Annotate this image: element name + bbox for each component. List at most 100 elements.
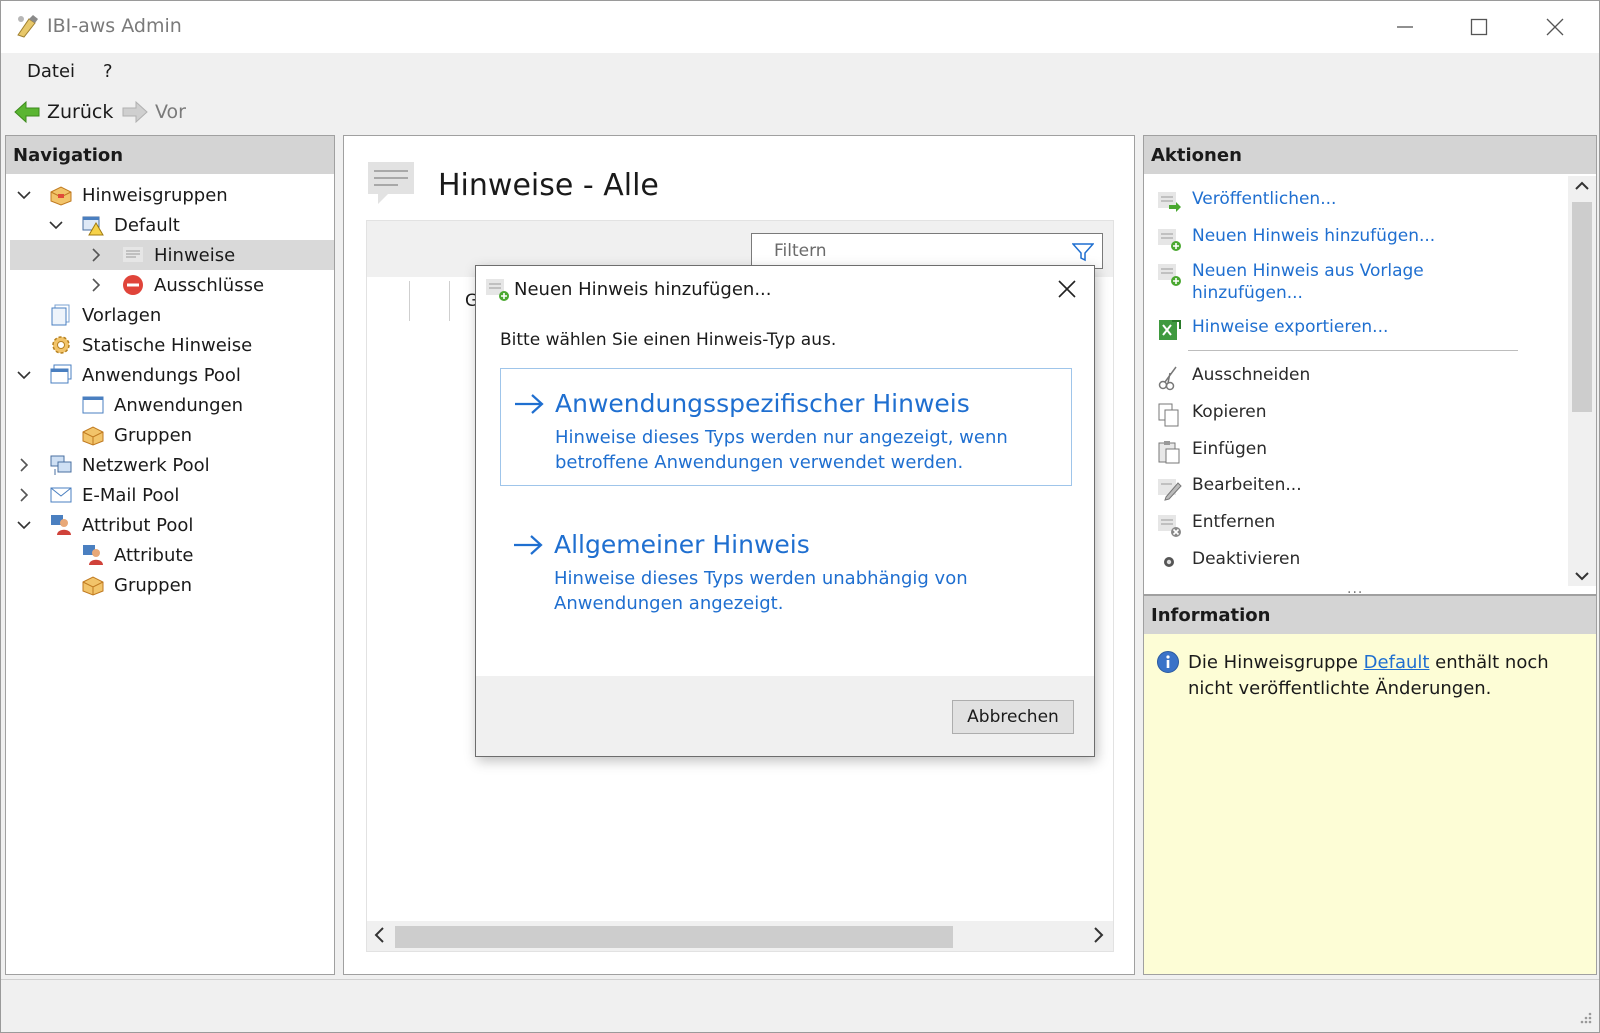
cancel-button[interactable]: Abbrechen bbox=[952, 700, 1074, 734]
tree-item-attribute[interactable]: Attribute bbox=[80, 540, 334, 570]
navigation-pane: Navigation Hinweisgruppen Default Hinwei… bbox=[5, 135, 335, 975]
box-icon bbox=[80, 422, 106, 448]
tree-item-default[interactable]: Default bbox=[48, 210, 334, 240]
window-pool-icon bbox=[48, 362, 74, 388]
vertical-scrollbar[interactable] bbox=[1568, 176, 1596, 586]
tree-item-hinweise[interactable]: Hinweise bbox=[10, 240, 334, 270]
title-bar: IBI-aws Admin bbox=[1, 1, 1599, 53]
scroll-right-icon[interactable] bbox=[1091, 925, 1105, 945]
actions-header: Aktionen bbox=[1144, 136, 1596, 174]
chevron-down-icon[interactable] bbox=[16, 517, 32, 533]
tree-label: Gruppen bbox=[114, 574, 193, 596]
folder-icon bbox=[48, 182, 74, 208]
tree-item-gruppen[interactable]: Gruppen bbox=[80, 420, 334, 450]
close-button[interactable] bbox=[1519, 1, 1591, 53]
window-icon bbox=[80, 392, 106, 418]
menu-help[interactable]: ? bbox=[103, 61, 113, 82]
close-icon bbox=[1058, 280, 1076, 298]
add-note-dialog: Neuen Hinweis hinzufügen... Bitte wählen… bbox=[475, 265, 1095, 757]
column-divider[interactable] bbox=[409, 281, 410, 321]
deactivate-icon bbox=[1154, 548, 1184, 576]
option-description: Hinweise dieses Typs werden nur angezeig… bbox=[555, 427, 1008, 473]
tree-item-statische-hinweise[interactable]: Statische Hinweise bbox=[48, 330, 334, 360]
resize-grip-icon[interactable] bbox=[1577, 1009, 1593, 1025]
scroll-up-icon[interactable] bbox=[1574, 178, 1590, 194]
action-add-note[interactable]: Neuen Hinweis hinzufügen... bbox=[1154, 225, 1435, 253]
add-note-icon bbox=[1154, 225, 1184, 253]
template-icon bbox=[48, 302, 74, 328]
tree-item-email-pool[interactable]: E-Mail Pool bbox=[16, 480, 334, 510]
scroll-left-icon[interactable] bbox=[373, 925, 387, 945]
chevron-right-icon[interactable] bbox=[88, 247, 104, 263]
dialog-close-button[interactable] bbox=[1054, 276, 1080, 302]
scrollbar-thumb[interactable] bbox=[395, 926, 953, 948]
action-export[interactable]: Hinweise exportieren... bbox=[1154, 316, 1388, 344]
copy-icon bbox=[1154, 401, 1184, 429]
actions-divider bbox=[1188, 350, 1518, 351]
close-icon bbox=[1546, 18, 1564, 36]
tree-label: Default bbox=[114, 214, 180, 236]
option-title: Anwendungsspezifischer Hinweis bbox=[555, 389, 970, 418]
filter-icon[interactable] bbox=[1072, 242, 1094, 262]
horizontal-scrollbar[interactable] bbox=[367, 921, 1113, 951]
page-title: Hinweise - Alle bbox=[438, 168, 659, 203]
tree-label: Gruppen bbox=[114, 424, 193, 446]
tree-item-hinweisgruppen[interactable]: Hinweisgruppen bbox=[16, 180, 334, 210]
maximize-button[interactable] bbox=[1443, 1, 1515, 53]
action-add-from-template[interactable]: Neuen Hinweis aus Vorlage hinzufügen... bbox=[1154, 260, 1434, 304]
app-window: IBI-aws Admin Datei ? Zurück Vor Navigat… bbox=[0, 0, 1600, 1033]
tree-item-attribut-pool[interactable]: Attribut Pool bbox=[16, 510, 334, 540]
column-divider[interactable] bbox=[449, 281, 450, 321]
chevron-right-icon[interactable] bbox=[16, 457, 32, 473]
actions-pane: Aktionen Veröffentlichen... Neuen Hinwei… bbox=[1143, 135, 1597, 595]
filter-placeholder: Filtern bbox=[774, 241, 827, 261]
toolbar: Zurück Vor bbox=[1, 91, 1599, 135]
option-application-specific[interactable]: Anwendungsspezifischer Hinweis Hinweise … bbox=[500, 368, 1072, 486]
chevron-down-icon[interactable] bbox=[16, 187, 32, 203]
paste-icon bbox=[1154, 438, 1184, 466]
option-general[interactable]: Allgemeiner Hinweis Hinweise dieses Typs… bbox=[500, 510, 1072, 628]
warning-group-icon bbox=[80, 212, 106, 238]
action-edit[interactable]: Bearbeiten... bbox=[1154, 474, 1302, 502]
menu-file[interactable]: Datei bbox=[27, 61, 75, 82]
information-text: Die Hinweisgruppe Default enthält noch n… bbox=[1188, 652, 1549, 699]
tree-item-ausschluesse[interactable]: Ausschlüsse bbox=[88, 270, 334, 300]
minimize-button[interactable] bbox=[1369, 1, 1441, 53]
action-cut[interactable]: Ausschneiden bbox=[1154, 364, 1310, 392]
static-gear-icon bbox=[48, 332, 74, 358]
tree-label: Statische Hinweise bbox=[82, 334, 253, 356]
chevron-right-icon[interactable] bbox=[88, 277, 104, 293]
scissors-icon bbox=[1154, 364, 1184, 392]
information-pane: Information Die Hinweisgruppe Default en… bbox=[1143, 595, 1597, 975]
chevron-down-icon[interactable] bbox=[48, 217, 64, 233]
tree-item-vorlagen[interactable]: Vorlagen bbox=[48, 300, 334, 330]
action-paste[interactable]: Einfügen bbox=[1154, 438, 1267, 466]
scroll-down-icon[interactable] bbox=[1574, 568, 1590, 584]
action-publish[interactable]: Veröffentlichen... bbox=[1154, 188, 1336, 216]
tree-label: Hinweise bbox=[154, 244, 236, 266]
scrollbar-thumb[interactable] bbox=[1572, 202, 1592, 412]
dialog-prompt: Bitte wählen Sie einen Hinweis-Typ aus. bbox=[500, 330, 837, 350]
navigation-header: Navigation bbox=[6, 136, 334, 174]
tree-item-netzwerk-pool[interactable]: Netzwerk Pool bbox=[16, 450, 334, 480]
filter-input[interactable]: Filtern bbox=[751, 233, 1103, 269]
action-remove[interactable]: Entfernen bbox=[1154, 511, 1275, 539]
back-button[interactable]: Zurück bbox=[13, 97, 113, 127]
tree-item-anwendungen[interactable]: Anwendungen bbox=[80, 390, 334, 420]
edit-icon bbox=[1154, 474, 1184, 502]
forward-button[interactable]: Vor bbox=[121, 97, 186, 127]
chevron-right-icon[interactable] bbox=[16, 487, 32, 503]
action-copy[interactable]: Kopieren bbox=[1154, 401, 1267, 429]
attribute-pool-icon bbox=[48, 512, 74, 538]
menu-bar: Datei ? bbox=[1, 53, 1599, 91]
tree-label: Vorlagen bbox=[82, 304, 162, 326]
forward-label: Vor bbox=[155, 101, 186, 123]
chevron-down-icon[interactable] bbox=[16, 367, 32, 383]
tree-item-anwendungs-pool[interactable]: Anwendungs Pool bbox=[16, 360, 334, 390]
tree-label: Ausschlüsse bbox=[154, 274, 265, 296]
tree-item-attribut-gruppen[interactable]: Gruppen bbox=[80, 570, 334, 600]
action-deactivate[interactable]: Deaktivieren bbox=[1154, 548, 1300, 576]
export-icon bbox=[1154, 316, 1184, 344]
tree-label: Attribute bbox=[114, 544, 194, 566]
default-group-link[interactable]: Default bbox=[1364, 652, 1430, 673]
